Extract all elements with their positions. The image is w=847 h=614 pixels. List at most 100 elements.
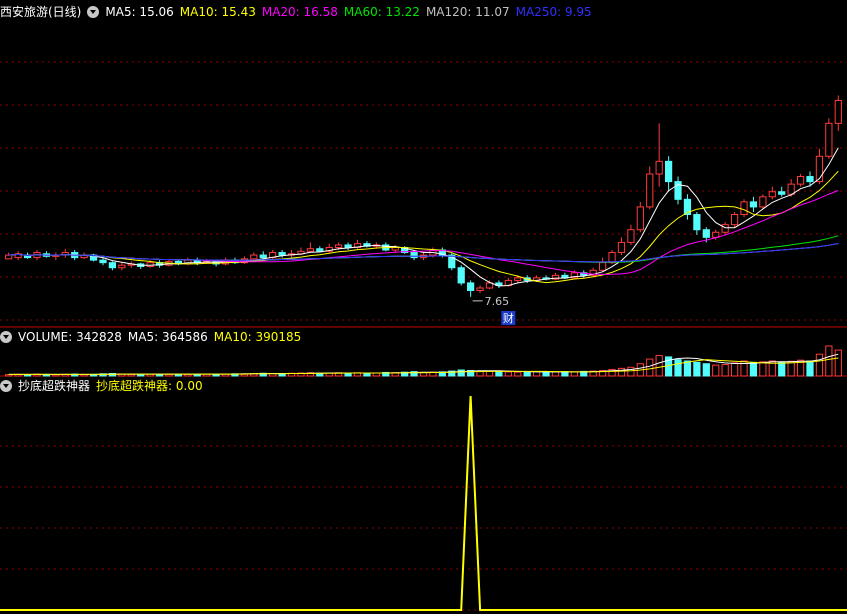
candle-down	[693, 214, 701, 231]
volume-ma10-label: MA10: 390185	[213, 330, 302, 344]
candle-up	[146, 262, 154, 267]
indicator-line-layer	[0, 395, 847, 611]
candle-down	[664, 160, 673, 183]
candle-down	[749, 201, 758, 208]
candle-up	[118, 264, 126, 269]
volume-bar	[693, 361, 701, 377]
candle-up	[476, 287, 484, 292]
candle-up	[768, 191, 776, 198]
stock-name[interactable]: 西安旅游(日线)	[0, 5, 81, 19]
candle-up	[796, 176, 805, 185]
candle-up	[655, 160, 663, 175]
ma10-label: MA10: 15.43	[179, 5, 256, 19]
volume-bar	[495, 371, 503, 377]
ma60-label: MA60: 13.22	[343, 5, 420, 19]
candle-up	[740, 201, 748, 216]
volume-label: VOLUME: 342828	[18, 330, 122, 344]
volume-panel-header: VOLUME: 342828 MA5: 364586 MA10: 390185	[0, 328, 307, 346]
volume-bar	[646, 358, 654, 377]
volume-bar	[504, 371, 512, 377]
candle-down	[410, 252, 418, 259]
candle-down	[806, 176, 814, 183]
candle-up	[730, 214, 739, 226]
ma250-label: MA250: 9.95	[515, 5, 592, 19]
candle-up	[250, 254, 258, 260]
volume-bar	[787, 360, 795, 377]
ma10-line	[8, 170, 839, 284]
volume-bar	[523, 371, 531, 377]
ma120-label: MA120: 11.07	[425, 5, 510, 19]
candle-up	[759, 196, 767, 208]
indicator-panel-header: 抄底超跌神器 抄底超跌神器: 0.00	[0, 377, 209, 395]
event-marker[interactable]: 财	[503, 311, 514, 325]
indicator-name[interactable]: 抄底超跌神器	[18, 379, 90, 393]
volume-bar	[778, 361, 786, 377]
candle-down	[278, 252, 286, 256]
volume-bar	[674, 359, 682, 377]
candle-up	[636, 206, 644, 231]
candle-up	[787, 183, 795, 195]
volume-bar	[749, 361, 758, 377]
candle-up	[599, 262, 607, 271]
volume-bar	[212, 373, 220, 377]
volume-bar	[551, 371, 560, 377]
volume-bar	[165, 373, 173, 377]
volume-bar	[730, 362, 739, 377]
volume-bar	[127, 373, 135, 377]
candle-down	[467, 282, 475, 292]
candle-up	[834, 100, 842, 124]
candle-up	[306, 248, 314, 252]
candle-down	[344, 244, 352, 248]
volume-bar	[655, 355, 663, 377]
collapse-toggle-icon[interactable]	[87, 6, 100, 18]
candle-down	[778, 191, 786, 195]
volume-bar	[485, 370, 494, 377]
candle-down	[259, 254, 267, 259]
volume-bar	[815, 353, 824, 377]
volume-bar	[834, 349, 842, 377]
volume-bar	[193, 373, 201, 377]
volume-bar	[542, 371, 550, 377]
candle-up	[627, 229, 635, 243]
ma20-label: MA20: 16.58	[261, 5, 338, 19]
volume-ma5-label: MA5: 364586	[127, 330, 208, 344]
price-candles	[5, 95, 842, 297]
volume-bar	[363, 372, 371, 377]
indicator-line	[0, 395, 847, 611]
candle-up	[391, 246, 399, 251]
candle-up	[617, 241, 626, 254]
volume-bar	[683, 360, 692, 377]
candle-up	[721, 224, 729, 233]
volume-bars	[5, 345, 842, 377]
chart-canvas: 7.65 财	[0, 61, 847, 611]
collapse-toggle-icon[interactable]	[0, 331, 12, 343]
volume-bar	[570, 371, 578, 377]
price-panel-header: 西安旅游(日线) MA5: 15.06 MA10: 15.43 MA20: 16.58…	[0, 3, 598, 21]
volume-bar	[617, 367, 626, 377]
volume-bar	[137, 373, 145, 377]
candle-up	[5, 254, 13, 260]
candle-down	[457, 267, 465, 284]
candle-up	[646, 173, 654, 208]
volume-bar	[702, 363, 710, 377]
candle-down	[316, 248, 324, 252]
volume-bar	[514, 371, 522, 377]
volume-bar	[627, 366, 635, 377]
volume-bar	[759, 361, 767, 377]
volume-bar	[457, 369, 465, 377]
collapse-toggle-icon[interactable]	[0, 380, 12, 392]
volume-bar	[806, 360, 814, 377]
candle-down	[702, 229, 710, 238]
candle-down	[108, 262, 117, 269]
volume-bar	[721, 364, 729, 377]
volume-bar	[712, 364, 720, 377]
volume-bar	[184, 373, 192, 377]
candle-down	[99, 259, 107, 264]
ma5-label: MA5: 15.06	[105, 5, 174, 19]
volume-bar	[155, 373, 164, 377]
candle-up	[514, 277, 522, 281]
candle-up	[335, 244, 343, 248]
indicator-value-label: 抄底超跌神器: 0.00	[96, 379, 203, 393]
candle-up	[825, 122, 833, 157]
volume-bar	[825, 345, 833, 377]
